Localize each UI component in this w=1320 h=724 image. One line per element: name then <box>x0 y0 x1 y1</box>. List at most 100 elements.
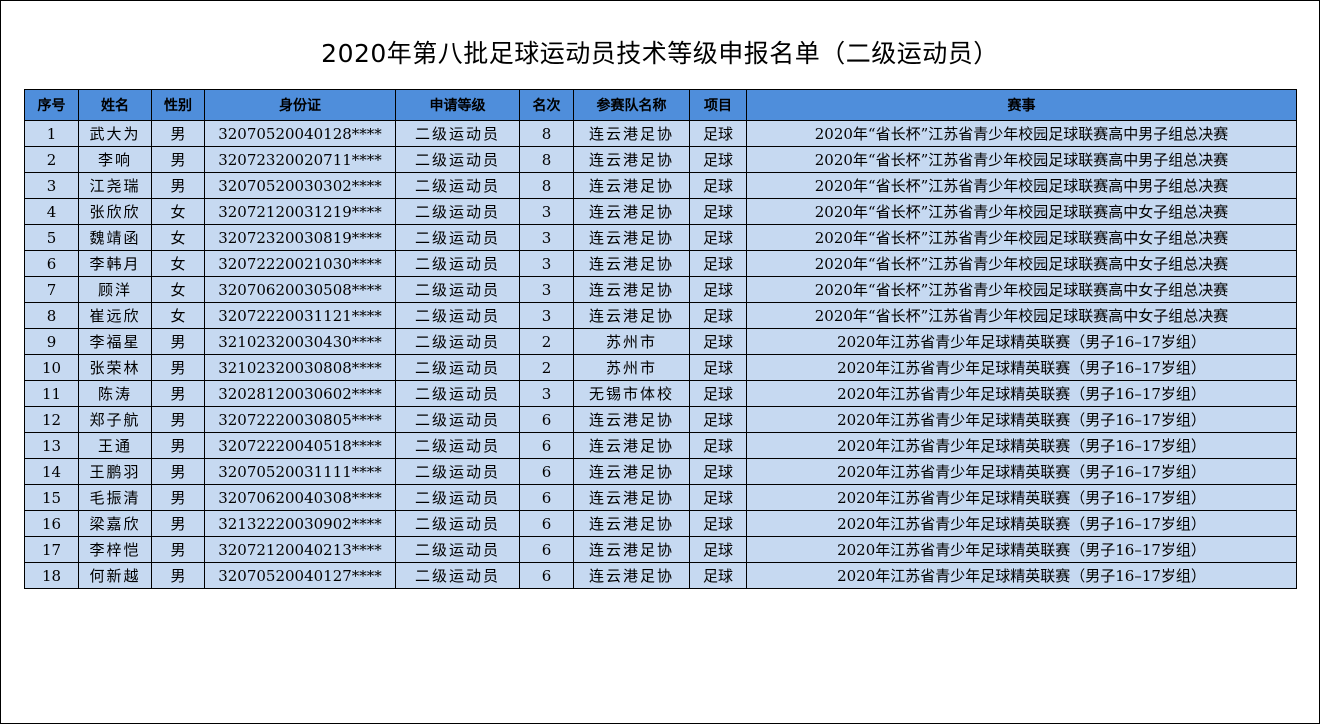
col-sport-cell: 足球 <box>689 302 747 329</box>
table-header: 序号 姓名 性别 身份证 申请等级 名次 参赛队名称 项目 赛事 <box>24 89 1297 121</box>
col-index-cell: 17 <box>24 536 79 563</box>
col-index-cell: 4 <box>24 198 79 225</box>
col-sport-cell: 足球 <box>689 406 747 433</box>
col-id-number-cell: 32070520040127**** <box>204 562 396 589</box>
col-name-cell: 李梓恺 <box>78 536 152 563</box>
athlete-roster-table: 序号 姓名 性别 身份证 申请等级 名次 参赛队名称 项目 赛事 1 武大为男 3207052004… <box>24 89 1297 589</box>
col-rank-cell: 8 <box>519 146 574 173</box>
col-rank-cell: 6 <box>519 432 574 459</box>
col-event-cell: 2020年“省长杯”江苏省青少年校园足球联赛高中男子组总决赛 <box>746 146 1297 173</box>
col-name-cell: 王鹏羽 <box>78 458 152 485</box>
col-index-cell: 16 <box>24 510 79 537</box>
col-gender-cell: 男 <box>151 484 205 511</box>
col-event-cell: 2020年江苏省青少年足球精英联赛（男子16–17岁组） <box>746 328 1297 355</box>
col-index-cell: 8 <box>24 302 79 329</box>
col-id-number-cell: 32070620030508**** <box>204 276 396 303</box>
col-level-cell: 二级运动员 <box>395 484 520 511</box>
header-col-id-number: 身份证 <box>204 89 396 121</box>
col-level-cell: 二级运动员 <box>395 458 520 485</box>
col-level-cell: 二级运动员 <box>395 380 520 407</box>
header-col-name: 姓名 <box>78 89 152 121</box>
col-sport-cell: 足球 <box>689 458 747 485</box>
col-level-cell: 二级运动员 <box>395 328 520 355</box>
col-id-number-cell: 32102320030808**** <box>204 354 396 381</box>
col-gender-cell: 男 <box>151 458 205 485</box>
table-row: 2 李响男 32072320020711**** 二级运动员 8 连云港足协 足球 2020年… <box>24 146 1297 173</box>
col-team-cell: 连云港足协 <box>573 484 690 511</box>
col-level-cell: 二级运动员 <box>395 406 520 433</box>
table-row: 4 张欣欣女 32072120031219**** 二级运动员 3 连云港足协 足球 2020… <box>24 198 1297 225</box>
col-id-number-cell: 32072220021030**** <box>204 250 396 277</box>
col-sport-cell: 足球 <box>689 198 747 225</box>
table-row: 12 郑子航男 32072220030805**** 二级运动员 6 连云港足协 足球 202… <box>24 406 1297 433</box>
header-col-index: 序号 <box>24 89 79 121</box>
table-row: 5 魏靖函女 32072320030819**** 二级运动员 3 连云港足协 足球 2020… <box>24 224 1297 251</box>
col-team-cell: 连云港足协 <box>573 120 690 147</box>
col-index-cell: 10 <box>24 354 79 381</box>
col-sport-cell: 足球 <box>689 224 747 251</box>
table-row: 17 李梓恺男 32072120040213**** 二级运动员 6 连云港足协 足球 202… <box>24 536 1297 563</box>
col-team-cell: 连云港足协 <box>573 536 690 563</box>
col-name-cell: 魏靖函 <box>78 224 152 251</box>
table-row: 13 王通男 32072220040518**** 二级运动员 6 连云港足协 足球 2020… <box>24 432 1297 459</box>
col-sport-cell: 足球 <box>689 510 747 537</box>
col-team-cell: 连云港足协 <box>573 406 690 433</box>
header-col-rank: 名次 <box>519 89 574 121</box>
col-level-cell: 二级运动员 <box>395 276 520 303</box>
col-name-cell: 李韩月 <box>78 250 152 277</box>
col-rank-cell: 2 <box>519 354 574 381</box>
header-col-event: 赛事 <box>746 89 1297 121</box>
col-name-cell: 何新越 <box>78 562 152 589</box>
col-gender-cell: 男 <box>151 432 205 459</box>
col-gender-cell: 女 <box>151 276 205 303</box>
col-id-number-cell: 32070520040128**** <box>204 120 396 147</box>
col-team-cell: 苏州市 <box>573 354 690 381</box>
col-event-cell: 2020年江苏省青少年足球精英联赛（男子16–17岁组） <box>746 510 1297 537</box>
col-team-cell: 连云港足协 <box>573 432 690 459</box>
col-level-cell: 二级运动员 <box>395 510 520 537</box>
col-index-cell: 5 <box>24 224 79 251</box>
col-rank-cell: 6 <box>519 484 574 511</box>
col-event-cell: 2020年“省长杯”江苏省青少年校园足球联赛高中男子组总决赛 <box>746 172 1297 199</box>
col-index-cell: 6 <box>24 250 79 277</box>
col-rank-cell: 2 <box>519 328 574 355</box>
col-level-cell: 二级运动员 <box>395 250 520 277</box>
header-row: 序号 姓名 性别 身份证 申请等级 名次 参赛队名称 项目 赛事 <box>24 89 1297 121</box>
col-index-cell: 14 <box>24 458 79 485</box>
col-id-number-cell: 32072120031219**** <box>204 198 396 225</box>
col-id-number-cell: 32072220040518**** <box>204 432 396 459</box>
col-name-cell: 顾洋 <box>78 276 152 303</box>
col-index-cell: 15 <box>24 484 79 511</box>
col-team-cell: 连云港足协 <box>573 250 690 277</box>
col-index-cell: 13 <box>24 432 79 459</box>
col-gender-cell: 女 <box>151 302 205 329</box>
col-rank-cell: 3 <box>519 250 574 277</box>
col-id-number-cell: 32102320030430**** <box>204 328 396 355</box>
col-event-cell: 2020年“省长杯”江苏省青少年校园足球联赛高中男子组总决赛 <box>746 120 1297 147</box>
col-event-cell: 2020年江苏省青少年足球精英联赛（男子16–17岁组） <box>746 432 1297 459</box>
col-level-cell: 二级运动员 <box>395 562 520 589</box>
col-level-cell: 二级运动员 <box>395 354 520 381</box>
col-team-cell: 连云港足协 <box>573 198 690 225</box>
col-index-cell: 3 <box>24 172 79 199</box>
col-level-cell: 二级运动员 <box>395 146 520 173</box>
col-sport-cell: 足球 <box>689 250 747 277</box>
col-id-number-cell: 32070620040308**** <box>204 484 396 511</box>
col-name-cell: 李福星 <box>78 328 152 355</box>
table-body: 1 武大为男 32070520040128**** 二级运动员 8 连云港足协 足球 2020… <box>24 120 1297 589</box>
col-id-number-cell: 32028120030602**** <box>204 380 396 407</box>
col-gender-cell: 男 <box>151 562 205 589</box>
col-sport-cell: 足球 <box>689 484 747 511</box>
col-sport-cell: 足球 <box>689 380 747 407</box>
col-gender-cell: 男 <box>151 328 205 355</box>
col-team-cell: 连云港足协 <box>573 458 690 485</box>
col-event-cell: 2020年“省长杯”江苏省青少年校园足球联赛高中女子组总决赛 <box>746 224 1297 251</box>
col-event-cell: 2020年“省长杯”江苏省青少年校园足球联赛高中女子组总决赛 <box>746 302 1297 329</box>
col-rank-cell: 6 <box>519 562 574 589</box>
col-id-number-cell: 32072320030819**** <box>204 224 396 251</box>
col-rank-cell: 3 <box>519 302 574 329</box>
col-name-cell: 李响 <box>78 146 152 173</box>
col-level-cell: 二级运动员 <box>395 432 520 459</box>
col-level-cell: 二级运动员 <box>395 172 520 199</box>
col-gender-cell: 男 <box>151 120 205 147</box>
